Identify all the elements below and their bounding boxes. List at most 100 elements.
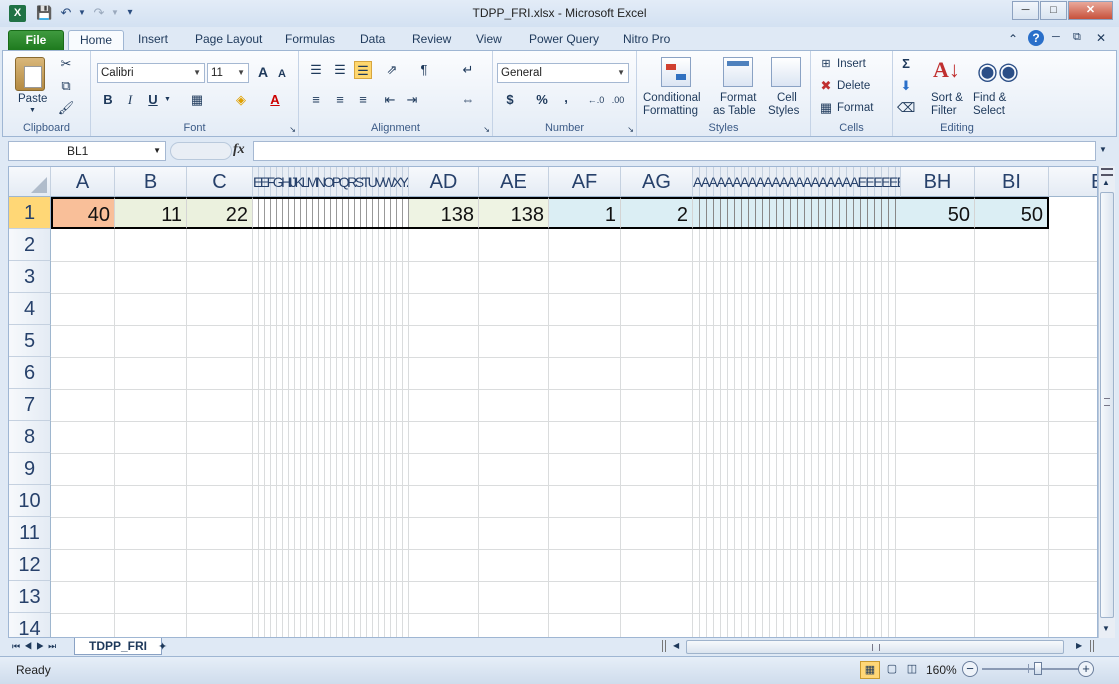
horizontal-scroll-thumb[interactable] — [686, 640, 1064, 654]
vertical-split-handle-icon[interactable] — [1090, 640, 1094, 652]
minimize-button[interactable]: ─ — [1012, 1, 1039, 20]
delete-button[interactable]: Delete — [837, 80, 870, 92]
formula-bar-splitter[interactable] — [170, 142, 232, 160]
cell-ad1[interactable]: 138 — [409, 197, 479, 229]
minimize-ribbon-icon[interactable]: ⌃ — [1008, 32, 1018, 46]
scroll-right-icon[interactable]: ▶ — [1076, 641, 1082, 650]
paste-dropdown-icon[interactable]: ▼ — [29, 107, 36, 114]
name-box[interactable]: BL1 ▼ — [8, 141, 166, 161]
grow-font-button[interactable]: A — [254, 63, 272, 81]
row-header-4[interactable]: 4 — [9, 293, 51, 325]
chevron-down-icon[interactable]: ▼ — [153, 142, 161, 160]
page-layout-view-icon[interactable]: ▢ — [882, 661, 902, 679]
currency-button[interactable]: $ — [501, 91, 519, 109]
italic-button[interactable]: I — [121, 91, 139, 109]
fill-color-icon[interactable]: ◈ — [232, 91, 250, 109]
doc-close-icon[interactable]: ✕ — [1096, 31, 1106, 45]
align-left-icon[interactable]: ≡ — [307, 91, 325, 109]
column-header-bi[interactable]: BI — [975, 167, 1049, 197]
row-header-1[interactable]: 1 — [9, 197, 51, 229]
column-header-ad[interactable]: AD — [409, 167, 479, 197]
row-header-8[interactable]: 8 — [9, 421, 51, 453]
font-size-combo[interactable]: 11 ▼ — [207, 63, 249, 83]
row-header-12[interactable]: 12 — [9, 549, 51, 581]
align-right-icon[interactable]: ≡ — [354, 91, 372, 109]
conditional-formatting-line1[interactable]: Conditional — [643, 92, 701, 104]
format-button[interactable]: Format — [837, 102, 873, 114]
format-as-table-line1[interactable]: Format — [720, 92, 756, 104]
underline-dropdown-icon[interactable]: ▼ — [164, 96, 171, 103]
bold-button[interactable]: B — [99, 91, 117, 109]
scroll-down-icon[interactable]: ▼ — [1102, 624, 1110, 633]
merge-center-icon[interactable]: ⇔ — [459, 91, 477, 109]
find-select-line2[interactable]: Select — [973, 105, 1005, 117]
insert-cells-icon[interactable]: ⊞ — [817, 55, 835, 73]
copy-icon[interactable]: ⧉ — [57, 77, 75, 95]
font-color-icon[interactable]: A — [266, 91, 284, 109]
doc-restore-icon[interactable]: ⧉ — [1073, 31, 1081, 44]
dialog-launcher-icon[interactable]: ↘ — [627, 125, 634, 134]
tab-split-handle-icon[interactable] — [662, 640, 666, 652]
decrease-indent-icon[interactable]: ⇤ — [381, 91, 399, 109]
formula-input[interactable] — [253, 141, 1096, 161]
column-header-next[interactable]: B — [1049, 167, 1097, 197]
tab-nitro-pro[interactable]: Nitro Pro — [615, 30, 678, 51]
column-header-b[interactable]: B — [115, 167, 187, 197]
close-button[interactable]: ✕ — [1068, 1, 1113, 20]
format-cells-icon[interactable]: ▦ — [817, 99, 835, 117]
wrap-text-icon[interactable]: ↵ — [459, 61, 477, 79]
column-headers-squeezed-ah-bg[interactable]: AAAAAAAAAAAAAAAAAAAAAEEEEEEE — [693, 167, 901, 197]
tab-view[interactable]: View — [468, 30, 510, 51]
row-header-13[interactable]: 13 — [9, 581, 51, 613]
binoculars-icon[interactable]: ◉◉ — [977, 57, 1019, 87]
cell-bi1[interactable]: 50 — [975, 197, 1049, 229]
sort-filter-line2[interactable]: Filter — [931, 105, 957, 117]
fill-icon[interactable]: ⬇ — [897, 77, 915, 95]
tab-file[interactable]: File — [8, 30, 64, 51]
row-header-10[interactable]: 10 — [9, 485, 51, 517]
cell-ae1[interactable]: 138 — [479, 197, 549, 229]
scroll-left-icon[interactable]: ◀ — [673, 641, 679, 650]
text-direction-icon[interactable]: ¶ — [415, 61, 433, 79]
row-header-11[interactable]: 11 — [9, 517, 51, 549]
paste-button[interactable]: Paste — [18, 93, 47, 105]
underline-button[interactable]: U — [144, 91, 162, 109]
column-header-af[interactable]: AF — [549, 167, 621, 197]
sort-filter-line1[interactable]: Sort & — [931, 92, 963, 104]
tab-formulas[interactable]: Formulas — [277, 30, 343, 51]
normal-view-icon[interactable]: ▦ — [860, 661, 880, 679]
sort-filter-icon[interactable]: A↓ — [933, 57, 963, 87]
increase-indent-icon[interactable]: ⇥ — [403, 91, 421, 109]
zoom-slider-thumb[interactable] — [1034, 662, 1042, 675]
tab-home[interactable]: Home — [68, 30, 124, 51]
tab-power-query[interactable]: Power Query — [521, 30, 607, 51]
orientation-icon[interactable]: ⇗ — [383, 61, 401, 79]
delete-cells-icon[interactable]: ✖ — [817, 77, 835, 95]
borders-icon[interactable]: ▦ — [188, 91, 206, 109]
row-header-3[interactable]: 3 — [9, 261, 51, 293]
align-middle-icon[interactable]: ☰ — [331, 61, 349, 79]
find-select-line1[interactable]: Find & — [973, 92, 1006, 104]
format-as-table-icon[interactable] — [723, 57, 753, 87]
align-top-icon[interactable]: ☰ — [307, 61, 325, 79]
insert-function-button[interactable]: fx — [233, 142, 245, 158]
vertical-scroll-thumb[interactable] — [1100, 192, 1114, 618]
dialog-launcher-icon[interactable]: ↘ — [483, 125, 490, 134]
number-format-combo[interactable]: General ▼ — [497, 63, 629, 83]
clear-icon[interactable]: ⌫ — [897, 99, 915, 117]
conditional-formatting-line2[interactable]: Formatting — [643, 105, 698, 117]
sheet-tab-tdpp-fri[interactable]: TDPP_FRI — [74, 638, 162, 655]
percent-button[interactable]: % — [533, 91, 551, 109]
column-header-ae[interactable]: AE — [479, 167, 549, 197]
format-painter-icon[interactable]: 🖌 — [57, 99, 75, 117]
insert-sheet-icon[interactable]: ✦ — [158, 640, 167, 653]
format-as-table-line2[interactable]: as Table — [713, 105, 756, 117]
shrink-font-button[interactable]: A — [273, 65, 291, 83]
row-header-2[interactable]: 2 — [9, 229, 51, 261]
cell-af1[interactable]: 1 — [549, 197, 621, 229]
decrease-decimal-icon[interactable]: .00 — [609, 91, 627, 109]
column-headers-squeezed-d-ac[interactable]: EEFGHIJKLMNOPQRSTUVWXYZAA — [253, 167, 409, 197]
comma-button[interactable]: , — [557, 89, 575, 107]
zoom-level[interactable]: 160% — [926, 663, 957, 677]
tab-page-layout[interactable]: Page Layout — [187, 30, 270, 51]
